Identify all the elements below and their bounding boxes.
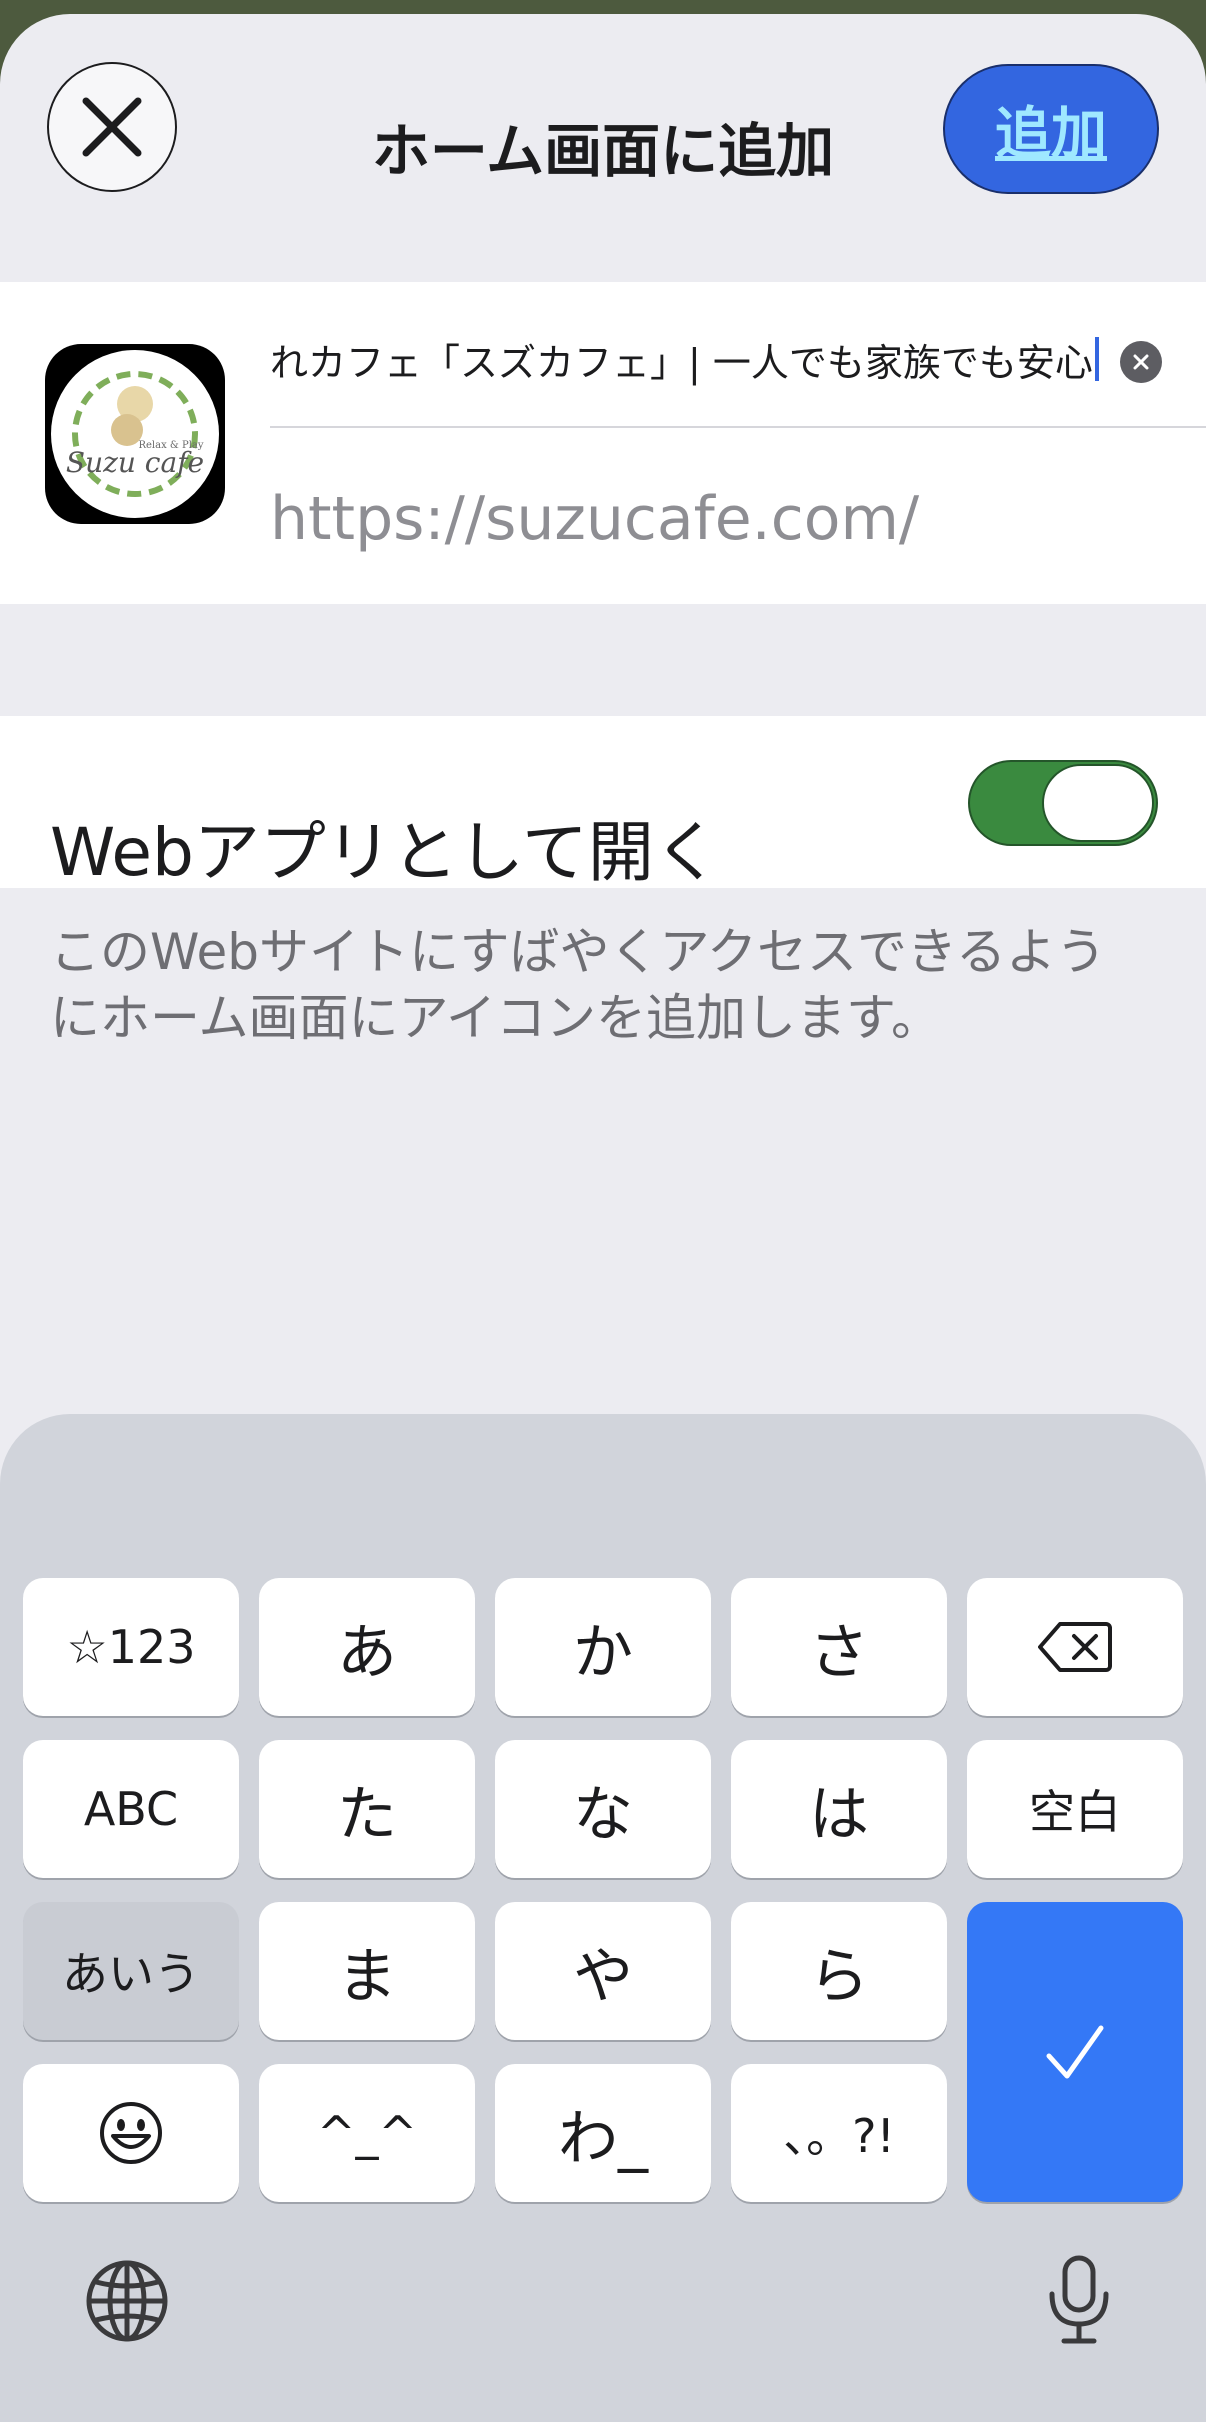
- toggle-knob: [1042, 764, 1154, 842]
- add-button[interactable]: 追加: [943, 64, 1159, 194]
- key-ra[interactable]: ら: [731, 1902, 947, 2040]
- confirm-key[interactable]: [967, 1902, 1183, 2202]
- svg-text:Suzu cafe: Suzu cafe: [66, 446, 204, 479]
- suzucafe-logo: Relax & Play Suzu cafe: [66, 371, 204, 497]
- key-na[interactable]: な: [495, 1740, 711, 1878]
- close-button[interactable]: [47, 62, 177, 192]
- backspace-key[interactable]: [967, 1578, 1183, 1716]
- key-emoji[interactable]: [23, 2064, 239, 2202]
- key-aiu[interactable]: あいう: [23, 1902, 239, 2040]
- checkmark-icon: [1046, 2025, 1104, 2079]
- field-divider: [270, 426, 1206, 428]
- key-symbols[interactable]: ☆123: [23, 1578, 239, 1716]
- key-kaomoji[interactable]: ^_^: [259, 2064, 475, 2202]
- globe-key[interactable]: [84, 2258, 170, 2348]
- clear-icon: [1133, 354, 1149, 370]
- key-ma[interactable]: ま: [259, 1902, 475, 2040]
- key-sa[interactable]: さ: [731, 1578, 947, 1716]
- key-ha[interactable]: は: [731, 1740, 947, 1878]
- webapp-toggle[interactable]: [968, 760, 1158, 846]
- site-icon: Relax & Play Suzu cafe: [45, 344, 225, 524]
- backspace-icon: [1038, 1622, 1112, 1672]
- emoji-icon: [100, 2102, 162, 2164]
- key-wa[interactable]: わ_: [495, 2064, 711, 2202]
- clear-text-button[interactable]: [1120, 341, 1162, 383]
- japanese-keyboard: ☆123 あ か さ ABC た な は 空白 あいう ま や ら ^_^ わ_…: [0, 1414, 1206, 2422]
- globe-icon: [86, 2260, 168, 2342]
- text-caret: [1094, 337, 1099, 381]
- key-a[interactable]: あ: [259, 1578, 475, 1716]
- name-input[interactable]: れカフェ「スズカフェ」| 一人でも家族でも安心: [270, 319, 1110, 399]
- microphone-icon: [1049, 2255, 1109, 2344]
- key-abc[interactable]: ABC: [23, 1740, 239, 1878]
- webapp-label: Webアプリとして開く: [50, 814, 720, 891]
- key-ka[interactable]: か: [495, 1578, 711, 1716]
- key-ta[interactable]: た: [259, 1740, 475, 1878]
- site-url: https://suzucafe.com/: [270, 484, 920, 554]
- key-punctuation[interactable]: 、。?!: [731, 2064, 947, 2202]
- name-input-value: れカフェ「スズカフェ」| 一人でも家族でも安心: [270, 340, 1093, 385]
- key-ya[interactable]: や: [495, 1902, 711, 2040]
- page-title: ホーム画面に追加: [371, 117, 835, 185]
- description-text: このWebサイトにすばやくアクセスできるようにホーム画面にアイコンを追加します。: [50, 923, 1107, 1047]
- key-space[interactable]: 空白: [967, 1740, 1183, 1878]
- close-icon: [82, 97, 142, 157]
- microphone-key[interactable]: [1046, 2254, 1112, 2350]
